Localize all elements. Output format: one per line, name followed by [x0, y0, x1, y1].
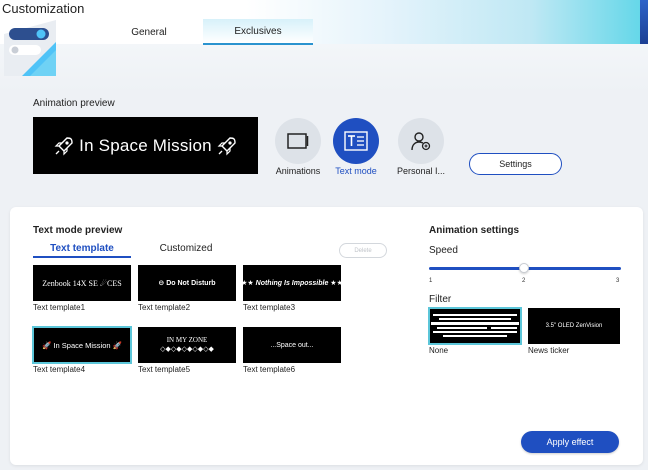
filter-none-label: None [429, 346, 449, 355]
tab-general[interactable]: General [95, 19, 203, 45]
delete-button[interactable]: Delete [339, 243, 387, 258]
speed-tick-mid: 2 [522, 278, 526, 284]
animation-preview-display: In Space Mission [33, 117, 258, 174]
speed-slider-thumb[interactable] [519, 263, 529, 273]
text-template-tile-2[interactable]: ⊖ Do Not Disturb Text template2 [138, 265, 236, 312]
text-template-preview-5-line1: IN MY ZONE [166, 336, 208, 344]
scanlines-graphic [429, 308, 521, 344]
filter-news-ticker-tile[interactable]: 3.5" OLED ZenVision News ticker [528, 308, 620, 355]
mode-animations-circle [275, 118, 321, 164]
mode-text-circle [333, 118, 379, 164]
text-template-tile-5[interactable]: IN MY ZONE ◇◆◇◆◇◆◇◆◇◆ Text template5 [138, 327, 236, 374]
screen-icon [287, 133, 309, 149]
filter-none-tile[interactable]: None [428, 307, 522, 355]
speed-tick-min: 1 [429, 278, 433, 284]
subtab-underline [33, 256, 131, 258]
filter-news-ticker-preview: 3.5" OLED ZenVision [528, 308, 620, 344]
text-template-preview-3: ★★ Nothing Is Impossible ★★ [243, 265, 341, 301]
text-template-tile-3[interactable]: ★★ Nothing Is Impossible ★★ Text templat… [243, 265, 341, 312]
text-template-preview-6: ...Space out... [243, 327, 341, 363]
settings-button[interactable]: Settings [469, 153, 562, 175]
text-template-preview-1: Zenbook 14X SE ☄CES [33, 265, 131, 301]
customization-logo-icon [4, 20, 56, 76]
text-mode-icon [344, 131, 368, 151]
apply-effect-button[interactable]: Apply effect [521, 431, 619, 453]
text-template-label-4: Text template4 [33, 365, 86, 374]
rocket-icon [217, 136, 236, 155]
rocket-icon [54, 136, 73, 155]
tab-exclusives[interactable]: Exclusives [203, 19, 313, 45]
mode-animations-button[interactable]: Animations [269, 118, 327, 176]
animation-preview-label: Animation preview [33, 98, 115, 109]
mode-text-label: Text mode [335, 166, 377, 176]
mode-animations-label: Animations [275, 166, 321, 176]
text-template-label-6: Text template6 [243, 365, 296, 374]
mode-personal-button[interactable]: Personal I... [392, 118, 450, 176]
text-template-tile-4[interactable]: 🚀 In Space Mission 🚀 Text template4 [32, 326, 132, 374]
rocket-icon: 🚀 [112, 340, 122, 350]
text-template-preview-5-line2: ◇◆◇◆◇◆◇◆◇◆ [160, 345, 214, 353]
text-template-preview-4: 🚀 In Space Mission 🚀 [32, 326, 132, 364]
text-template-label-3: Text template3 [243, 303, 296, 312]
text-template-label-1: Text template1 [33, 303, 86, 312]
rocket-icon: 🚀 [42, 340, 52, 350]
text-template-label-2: Text template2 [138, 303, 191, 312]
text-template-preview-4-text: In Space Mission [53, 340, 111, 350]
text-template-label-5: Text template5 [138, 365, 191, 374]
text-template-preview-5: IN MY ZONE ◇◆◇◆◇◆◇◆◇◆ [138, 327, 236, 363]
preview-text: In Space Mission [79, 135, 212, 155]
filter-news-ticker-label: News ticker [528, 346, 570, 355]
app-title: Customization [2, 1, 85, 16]
personal-icon [411, 132, 431, 151]
speed-tick-max: 3 [616, 278, 620, 284]
top-tabs: General Exclusives [95, 19, 313, 45]
filter-none-preview [428, 307, 522, 345]
mode-personal-label: Personal I... [396, 166, 446, 176]
mode-text-button[interactable]: Text mode [327, 118, 385, 176]
text-mode-preview-title: Text mode preview [33, 225, 123, 236]
text-template-tile-1[interactable]: Zenbook 14X SE ☄CES Text template1 [33, 265, 131, 312]
header-band [0, 44, 648, 92]
mode-personal-circle [398, 118, 444, 164]
text-template-preview-2: ⊖ Do Not Disturb [138, 265, 236, 301]
speed-label: Speed [429, 245, 458, 256]
subtab-customized[interactable]: Customized [137, 243, 235, 259]
animation-settings-title: Animation settings [429, 225, 520, 236]
corner-accent [640, 0, 648, 44]
text-template-tile-6[interactable]: ...Space out... Text template6 [243, 327, 341, 374]
filter-label: Filter [429, 294, 452, 305]
